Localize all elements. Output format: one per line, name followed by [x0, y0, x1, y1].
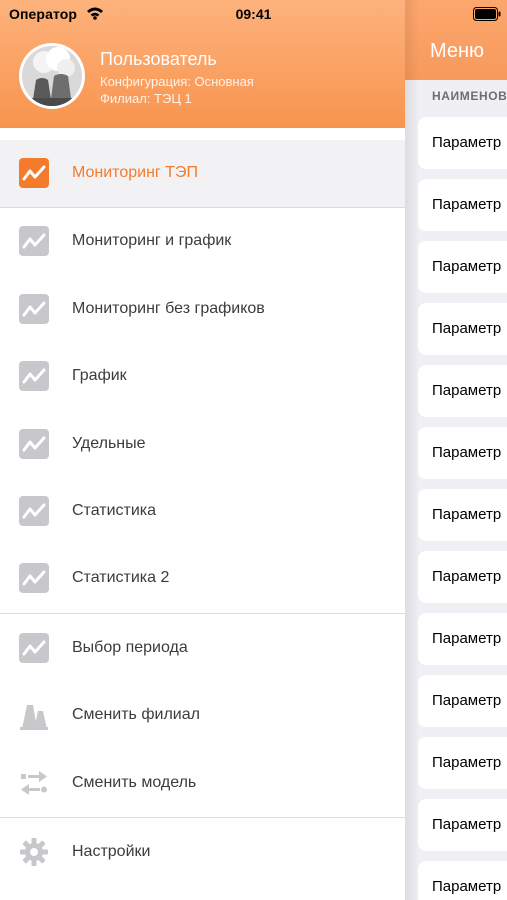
battery-icon	[473, 7, 501, 21]
background-list-item[interactable]: Параметр	[418, 613, 507, 665]
avatar[interactable]	[19, 43, 85, 109]
background-list-item-label: Параметр	[432, 196, 502, 213]
background-menu-screen: Меню НАИМЕНОВ Параметр Параметр Параметр…	[405, 0, 507, 900]
background-list-item-label: Параметр	[432, 320, 502, 337]
menu-item-label: Сменить модель	[72, 774, 197, 791]
divider	[0, 817, 405, 818]
background-list-item-label: Параметр	[432, 568, 502, 585]
background-list-item[interactable]: Параметр	[418, 117, 507, 169]
background-list-item[interactable]: Параметр	[418, 427, 507, 479]
user-branch: Филиал: ТЭЦ 1	[100, 91, 192, 106]
background-list-item[interactable]: Параметр	[418, 799, 507, 851]
background-list-item[interactable]: Параметр	[418, 365, 507, 417]
menu-item-label: Удельные	[72, 435, 146, 452]
user-name: Пользователь	[100, 49, 217, 69]
background-list-item-label: Параметр	[432, 258, 502, 275]
background-list-item-label: Параметр	[432, 506, 502, 523]
menu-item-label: Мониторинг и график	[72, 232, 232, 249]
menu-item-label: Выбор периода	[72, 639, 188, 656]
menu-item-label: Мониторинг без графиков	[72, 300, 265, 317]
background-list-item-label: Параметр	[432, 382, 502, 399]
menu-item-monitoring-and-chart[interactable]: Мониторинг и график	[0, 208, 405, 275]
menu-item-label: Настройки	[72, 843, 151, 860]
status-time: 09:41	[235, 6, 272, 22]
background-list-item-label: Параметр	[432, 878, 502, 895]
status-bar: Оператор 09:41	[0, 0, 507, 30]
chart-icon	[19, 294, 49, 324]
background-list-item-label: Параметр	[432, 134, 502, 151]
chart-icon	[19, 633, 49, 663]
chart-icon	[19, 563, 49, 593]
menu-item-period-select[interactable]: Выбор периода	[0, 615, 405, 682]
menu-item-statistics-2[interactable]: Статистика 2	[0, 545, 405, 612]
menu-item-settings[interactable]: Настройки	[0, 819, 405, 886]
chart-icon	[19, 158, 49, 188]
drawer-shadow	[405, 0, 419, 900]
background-nav-title: Меню	[430, 40, 485, 62]
power-plant-image	[22, 46, 82, 106]
menu-item-statistics[interactable]: Статистика	[0, 478, 405, 545]
background-list-item-label: Параметр	[432, 444, 502, 461]
divider	[0, 613, 405, 614]
background-list-item[interactable]: Параметр	[418, 737, 507, 789]
menu-item-monitoring-no-charts[interactable]: Мониторинг без графиков	[0, 276, 405, 343]
background-list-item[interactable]: Параметр	[418, 675, 507, 727]
menu-item-label: График	[72, 367, 127, 384]
menu-item-label: Мониторинг ТЭП	[72, 164, 198, 181]
switch-icon	[21, 771, 47, 795]
background-list-item[interactable]: Параметр	[418, 179, 507, 231]
chart-icon	[19, 429, 49, 459]
background-list-item-label: Параметр	[432, 630, 502, 647]
menu-item-change-model[interactable]: Сменить модель	[0, 750, 405, 817]
menu-item-label: Статистика	[72, 502, 157, 519]
chart-icon	[19, 226, 49, 256]
menu-item-change-branch[interactable]: Сменить филиал	[0, 682, 405, 749]
menu-item-specific[interactable]: Удельные	[0, 411, 405, 478]
background-list-item[interactable]: Параметр	[418, 303, 507, 355]
background-list-item[interactable]: Параметр	[418, 489, 507, 541]
background-list-item[interactable]: Параметр	[418, 861, 507, 900]
menu-item-monitoring-tep[interactable]: Мониторинг ТЭП	[0, 140, 405, 207]
user-configuration: Конфигурация: Основная	[100, 74, 254, 89]
chart-icon	[19, 361, 49, 391]
menu-item-label: Статистика 2	[72, 569, 170, 586]
plant-icon	[20, 705, 48, 730]
background-list-item-label: Параметр	[432, 692, 502, 709]
chart-icon	[19, 496, 49, 526]
background-list-item[interactable]: Параметр	[418, 241, 507, 293]
background-list-item[interactable]: Параметр	[418, 551, 507, 603]
side-drawer: Пользователь Конфигурация: Основная Фили…	[0, 0, 405, 900]
menu-item-label: Сменить филиал	[72, 706, 200, 723]
background-list-item-label: Параметр	[432, 816, 502, 833]
menu-item-chart[interactable]: График	[0, 343, 405, 410]
gear-icon	[20, 838, 48, 866]
background-list-item-label: Параметр	[432, 754, 502, 771]
background-section-header: НАИМЕНОВ	[432, 89, 507, 103]
